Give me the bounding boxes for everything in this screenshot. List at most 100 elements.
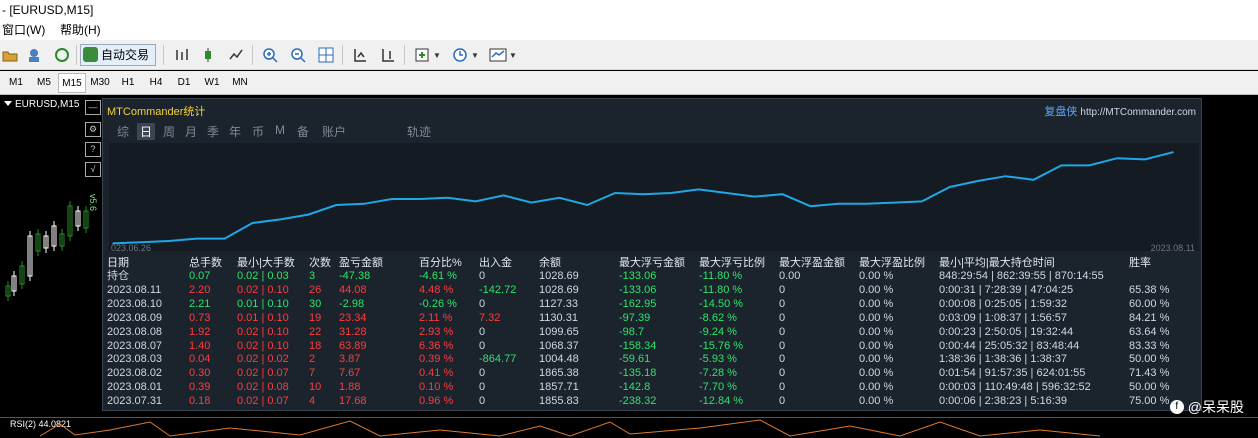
panel-tab[interactable]: 综 (117, 123, 129, 140)
minimize-panel-button[interactable]: — (85, 100, 101, 115)
table-cell-maxprofit: 0 (779, 381, 786, 394)
table-row[interactable]: 2023.08.07 1.40 0.02 | 0.10 18 63.89 6.36 % 0 1… (107, 340, 1199, 352)
table-cell-lots: 1.40 (189, 339, 211, 352)
chart-area[interactable]: EURUSD,M15 — ⚙ ? √ v5.6 MTCommander统计 复盘… (0, 96, 1258, 437)
column-header[interactable]: 百分比% (419, 257, 462, 269)
chevron-down-icon[interactable]: ▼ (432, 45, 442, 65)
panel-tab[interactable]: M (275, 123, 285, 137)
table-row[interactable]: 2023.08.11 2.20 0.02 | 0.10 26 44.08 4.48 % -1… (107, 284, 1199, 296)
table-cell-minmax: 0.02 | 0.03 (237, 270, 289, 282)
table-cell-date: 2023.08.11 (107, 283, 162, 296)
table-cell-hold: 848:29:54 | 862:39:55 | 870:14:55 (939, 270, 1104, 282)
table-cell-pnl: 1.88 (339, 381, 361, 394)
menu-help[interactable]: 帮助(H) (60, 20, 101, 40)
timeframe-w1[interactable]: W1 (198, 73, 226, 93)
panel-brand[interactable]: 复盘侠 http://MTCommander.com (1044, 103, 1196, 119)
autotrade-icon (83, 47, 98, 62)
chart-shift-icon[interactable] (378, 45, 398, 65)
panel-tab[interactable]: 周 (163, 123, 175, 140)
candlestick-icon[interactable] (198, 45, 218, 65)
table-row[interactable]: 持仓 0.07 0.02 | 0.03 3 -47.38 -4.61 % 0 1028.69 -… (107, 270, 1199, 282)
column-header[interactable]: 最大浮盈金额 (779, 257, 845, 269)
table-cell-balance: 1028.69 (539, 283, 579, 296)
periods-icon[interactable] (450, 45, 470, 65)
templates-icon[interactable] (488, 45, 508, 65)
timeframe-bar: M1 M5 M15 M30 H1 H4 D1 W1 MN (0, 71, 1258, 95)
column-header[interactable]: 余额 (539, 257, 561, 269)
timeframe-h1[interactable]: H1 (114, 73, 142, 93)
tile-windows-icon[interactable] (316, 45, 336, 65)
table-row[interactable]: 2023.08.01 0.39 0.02 | 0.08 10 1.88 0.10 % 0 18… (107, 381, 1199, 393)
chevron-down-icon[interactable]: ▼ (508, 45, 518, 65)
toolbar-separator (252, 45, 253, 65)
column-header[interactable]: 出入金 (479, 257, 512, 269)
timeframe-mn[interactable]: MN (226, 73, 254, 93)
table-cell-maxprofitpct: 0.00 % (859, 353, 894, 366)
auto-scroll-icon[interactable] (350, 45, 370, 65)
chevron-down-icon[interactable]: ▼ (470, 45, 480, 65)
menu-bar: 窗口(W) 帮助(H) (0, 20, 1258, 40)
panel-tab[interactable]: 年 (229, 123, 241, 140)
column-header[interactable]: 最大浮亏比例 (699, 257, 765, 269)
table-cell-win: 60.00 % (1129, 297, 1170, 310)
help-panel-button[interactable]: ? (85, 142, 101, 157)
table-cell-minmax: 0.02 | 0.10 (237, 339, 289, 352)
dropdown-arrow-icon[interactable] (4, 101, 12, 106)
line-chart-icon[interactable] (226, 45, 246, 65)
signal-icon[interactable] (52, 45, 72, 65)
profile-icon[interactable] (24, 45, 44, 65)
bar-chart-icon[interactable] (172, 45, 192, 65)
table-cell-maxprofit: 0.00 (779, 270, 801, 282)
column-header[interactable]: 最小|平均|最大持仓时间 (939, 257, 1055, 269)
column-header[interactable]: 次数 (309, 257, 331, 269)
watermark-logo-icon: f (1169, 400, 1184, 414)
column-header[interactable]: 盈亏金额 (339, 257, 383, 269)
timeframe-m30[interactable]: M30 (86, 73, 114, 93)
table-cell-flow: 0 (479, 339, 486, 352)
panel-tab[interactable]: 账户 (322, 123, 346, 140)
table-row[interactable]: 2023.08.03 0.04 0.02 | 0.02 2 3.87 0.39 % -864… (107, 353, 1199, 365)
autotrade-button[interactable]: 自动交易 (80, 44, 156, 66)
timeframe-d1[interactable]: D1 (170, 73, 198, 93)
table-cell-pnl: 3.87 (339, 353, 361, 366)
panel-tab[interactable]: 币 (252, 123, 264, 140)
table-cell-balance: 1865.38 (539, 367, 579, 380)
timeframe-h4[interactable]: H4 (142, 73, 170, 93)
column-header[interactable]: 胜率 (1129, 257, 1151, 269)
table-row[interactable]: 2023.08.02 0.30 0.02 | 0.07 7 7.67 0.41 % 0 186… (107, 367, 1199, 379)
column-header[interactable]: 最小|大手数 (237, 257, 295, 269)
panel-tab[interactable]: 季 (207, 123, 219, 140)
table-cell-count: 22 (309, 325, 322, 338)
table-row[interactable]: 2023.08.09 0.73 0.01 | 0.10 19 23.34 2.11 % 7.… (107, 312, 1199, 324)
timeframe-m5[interactable]: M5 (30, 73, 58, 93)
column-header[interactable]: 日期 (107, 257, 129, 269)
column-header[interactable]: 最大浮亏金额 (619, 257, 685, 269)
indicators-icon[interactable] (412, 45, 432, 65)
symbol-text: EURUSD,M15 (15, 99, 80, 110)
column-header[interactable]: 总手数 (189, 257, 222, 269)
open-folder-icon[interactable] (0, 45, 20, 65)
brand-url[interactable]: http://MTCommander.com (1080, 107, 1196, 118)
rsi-line (39, 419, 1101, 437)
menu-window[interactable]: 窗口(W) (2, 20, 45, 40)
table-row[interactable]: 2023.08.08 1.92 0.02 | 0.10 22 31.28 2.93 % 0 1… (107, 326, 1199, 338)
table-cell-pct: -4.61 % (419, 270, 457, 282)
zoom-in-icon[interactable] (260, 45, 280, 65)
table-cell-minmax: 0.02 | 0.08 (237, 381, 289, 394)
timeframe-m1[interactable]: M1 (2, 73, 30, 93)
table-cell-maxprofitpct: 0.00 % (859, 297, 894, 310)
column-header[interactable]: 最大浮盈比例 (859, 257, 925, 269)
panel-tab[interactable]: 备 (297, 123, 309, 140)
x-axis-start-label: 023.06.26 (111, 243, 152, 253)
table-row[interactable]: 2023.07.31 0.18 0.02 | 0.07 4 17.68 0.96 % 0 18… (107, 395, 1199, 407)
timeframe-m15[interactable]: M15 (58, 73, 86, 93)
zoom-out-icon[interactable] (288, 45, 308, 65)
table-row[interactable]: 2023.08.10 2.21 0.01 | 0.10 30 -2.98 -0.26 % 0… (107, 298, 1199, 310)
settings-panel-button[interactable]: ⚙ (85, 122, 101, 137)
table-cell-maxprofit: 0 (779, 339, 786, 352)
panel-tab[interactable]: 日 (137, 123, 156, 140)
check-panel-button[interactable]: √ (85, 162, 101, 177)
panel-tab[interactable]: 月 (185, 123, 197, 140)
panel-tab[interactable]: 轨迹 (407, 123, 431, 140)
table-cell-minmax: 0.02 | 0.07 (237, 367, 289, 380)
